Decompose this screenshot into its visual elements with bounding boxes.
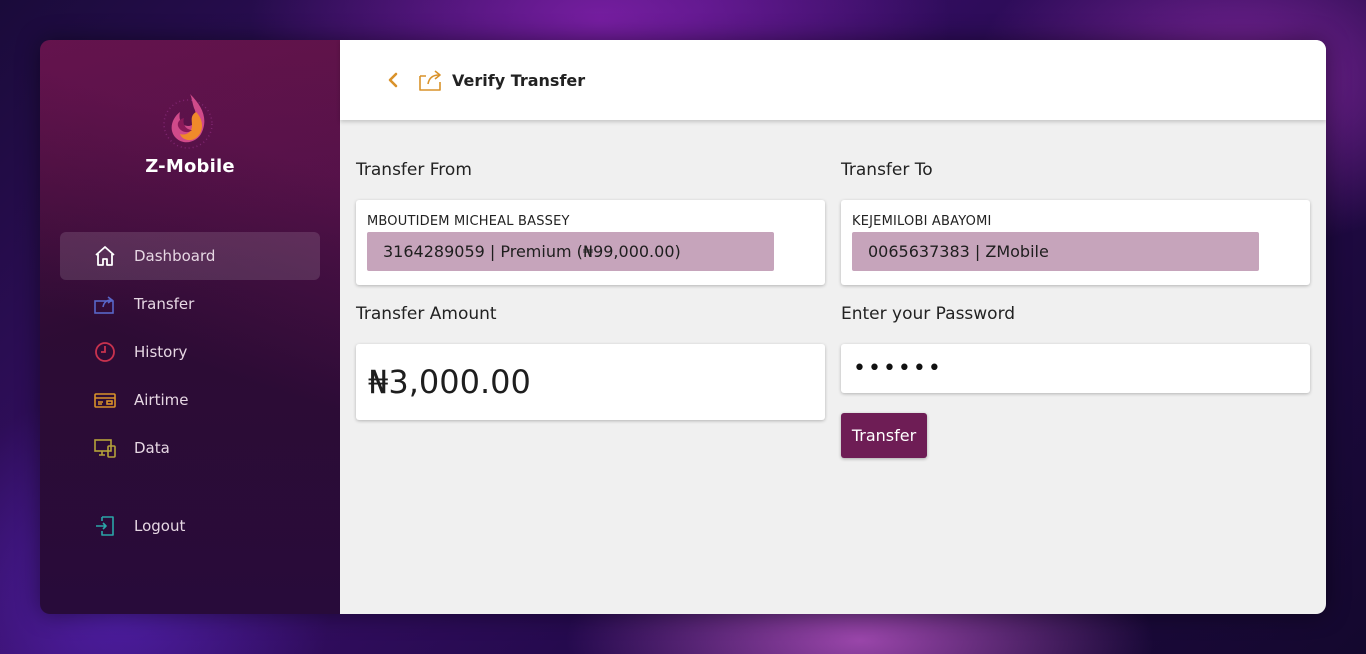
recipient-account-name: KEJEMILOBI ABAYOMI [852,214,992,229]
sidebar-item-history[interactable]: History [60,328,320,376]
transfer-icon [92,291,118,317]
devices-icon [92,435,118,461]
flame-logo-icon [163,94,213,149]
logout-label: Logout [134,517,186,535]
transfer-to-card[interactable]: KEJEMILOBI ABAYOMI 0065637383 | ZMobile [841,200,1310,285]
home-icon [92,243,118,269]
recipient-account-detail: 0065637383 | ZMobile [852,232,1259,271]
sidebar-item-label: Airtime [134,391,189,409]
sidebar-item-label: History [134,343,188,361]
share-icon [418,67,444,93]
sidebar-item-transfer[interactable]: Transfer [60,280,320,328]
transfer-from-label: Transfer From [356,160,472,180]
main-content: Verify Transfer Transfer From MBOUTIDEM … [340,40,1326,614]
transfer-to-label: Transfer To [841,160,933,180]
sidebar-nav: Dashboard Transfer History Airtime Data … [60,232,320,550]
transfer-amount-field[interactable]: ₦3,000.00 [356,344,825,420]
page-title: Verify Transfer [452,70,586,90]
sidebar: Z-Mobile Dashboard Transfer History Airt… [40,40,340,614]
sidebar-item-label: Data [134,439,170,457]
transfer-from-section: Transfer From MBOUTIDEM MICHEAL BASSEY 3… [356,158,825,285]
password-label: Enter your Password [841,304,1016,324]
card-icon [92,387,118,413]
transfer-to-section: Transfer To KEJEMILOBI ABAYOMI 006563738… [841,158,1310,285]
transfer-button[interactable]: Transfer [841,413,927,458]
chevron-left-icon[interactable] [382,69,404,91]
logout-button[interactable]: Logout [60,502,320,550]
brand: Z-Mobile [40,88,340,177]
logout-icon [92,513,118,539]
sender-account-name: MBOUTIDEM MICHEAL BASSEY [367,214,570,229]
password-field[interactable]: •••••• [841,344,1310,393]
sidebar-item-dashboard[interactable]: Dashboard [60,232,320,280]
sidebar-item-airtime[interactable]: Airtime [60,376,320,424]
sidebar-item-label: Transfer [134,295,195,313]
sidebar-item-data[interactable]: Data [60,424,320,472]
sender-account-detail: 3164289059 | Premium (₦99,000.00) [367,232,774,271]
clock-icon [92,339,118,365]
transfer-amount-section: Transfer Amount ₦3,000.00 [356,302,825,420]
sidebar-item-label: Dashboard [134,247,216,265]
transfer-amount-label: Transfer Amount [356,304,497,324]
transfer-from-card[interactable]: MBOUTIDEM MICHEAL BASSEY 3164289059 | Pr… [356,200,825,285]
brand-name: Z-Mobile [145,156,235,177]
app-window: Z-Mobile Dashboard Transfer History Airt… [40,40,1326,614]
password-section: Enter your Password •••••• Transfer [841,302,1310,458]
header: Verify Transfer [340,40,1326,120]
